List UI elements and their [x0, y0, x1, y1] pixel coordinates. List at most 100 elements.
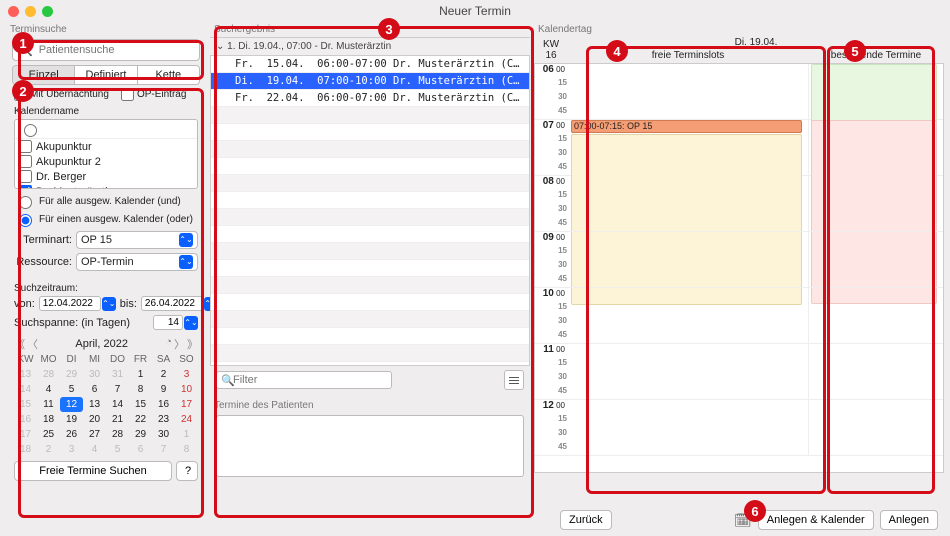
calendar-day[interactable]: 29 — [60, 367, 83, 382]
close-window[interactable] — [8, 6, 19, 17]
calendar-day[interactable]: 4 — [37, 382, 60, 397]
calendar-day[interactable]: 3 — [175, 367, 198, 382]
radio-one-calendar[interactable]: Für einen ausgew. Kalender (oder) — [14, 211, 198, 227]
list-item[interactable]: Akupunktur 2 — [15, 154, 197, 169]
window-title: Neuer Termin — [439, 4, 511, 18]
calendar-day[interactable]: 30 — [152, 427, 175, 442]
mode-tabs: Einzel Definiert Kette — [12, 65, 200, 85]
calendar-day[interactable]: 31 — [106, 367, 129, 382]
calendar-day[interactable]: 29 — [129, 427, 152, 442]
ressource-label: Ressource: — [14, 256, 72, 268]
op-slot-block[interactable]: 07:00-07:15: OP 15 — [571, 120, 802, 133]
result-row[interactable]: Fr. 22.04. 06:00-07:00 Dr. Musterärztin … — [211, 90, 529, 107]
chk-overnight[interactable]: Mit Übernachtung — [14, 88, 109, 101]
calendar-day[interactable]: 19 — [60, 412, 83, 427]
calendar-day[interactable]: 24 — [175, 412, 198, 427]
calendar-day[interactable]: 7 — [152, 442, 175, 457]
patient-search-input[interactable] — [37, 43, 193, 57]
cal-prev-month-icon[interactable]: 〈 — [27, 336, 38, 352]
list-item[interactable]: Akupunktur — [15, 139, 197, 154]
to-date[interactable] — [141, 296, 203, 311]
calendar-day[interactable]: 17 — [175, 397, 198, 412]
calendar-day[interactable]: 28 — [37, 367, 60, 382]
calendar-day[interactable]: 16 — [152, 397, 175, 412]
search-section-label: Terminsuche — [6, 22, 206, 37]
calendar-day[interactable]: 23 — [152, 412, 175, 427]
calendar-day[interactable]: 28 — [106, 427, 129, 442]
calendar-day[interactable]: 2 — [37, 442, 60, 457]
from-date[interactable] — [39, 296, 101, 311]
calendar-day[interactable]: 15 — [129, 397, 152, 412]
cal-next-month-icon[interactable]: 〉 — [174, 336, 185, 352]
calendar-day[interactable]: 1 — [175, 427, 198, 442]
patient-search-field[interactable]: 🔍 — [12, 39, 200, 61]
calendar-day[interactable]: 12 — [60, 397, 83, 412]
calendar-day[interactable]: 6 — [129, 442, 152, 457]
calendar-day[interactable]: 8 — [175, 442, 198, 457]
kalender-filter-radio[interactable] — [24, 124, 37, 137]
calendar-day[interactable]: 21 — [106, 412, 129, 427]
help-button[interactable]: ? — [176, 461, 198, 481]
results-label: Suchergebnis — [210, 22, 530, 37]
calendar-day[interactable]: 8 — [129, 382, 152, 397]
calendar-day[interactable]: 25 — [37, 427, 60, 442]
calendar-icon[interactable]: 🗓 — [734, 512, 752, 529]
tab-kette[interactable]: Kette — [138, 66, 199, 84]
calendar-day[interactable]: 6 — [83, 382, 106, 397]
week-number: KW 16 — [534, 37, 568, 63]
calendar-day[interactable]: 11 — [37, 397, 60, 412]
calendar-day[interactable]: 7 — [106, 382, 129, 397]
patient-appts-label: Termine des Patienten — [210, 394, 530, 413]
result-row[interactable]: Di. 19.04. 07:00-10:00 Dr. Musterärztin … — [211, 73, 529, 90]
calendar-day[interactable]: 18 — [37, 412, 60, 427]
calendar-day[interactable]: 5 — [106, 442, 129, 457]
chk-op[interactable]: OP-Eintrag — [121, 88, 186, 101]
radio-all-calendars[interactable]: Für alle ausgew. Kalender (und) — [14, 193, 198, 209]
calendar-day[interactable]: 2 — [152, 367, 175, 382]
minimize-window[interactable] — [25, 6, 36, 17]
tab-definiert[interactable]: Definiert — [75, 66, 137, 84]
list-item[interactable]: Dr. Musterärztin — [15, 184, 197, 189]
cal-next-year-icon[interactable]: 》 — [187, 336, 198, 352]
dayview-label: Kalendertag — [534, 22, 944, 37]
calendar-day[interactable]: 14 — [106, 397, 129, 412]
cal-prev-year-icon[interactable]: 《 — [14, 336, 25, 352]
calendar-day[interactable]: 26 — [60, 427, 83, 442]
create-and-calendar-button[interactable]: Anlegen & Kalender — [758, 510, 874, 530]
col-existing-header: bestehende Termine — [808, 48, 944, 63]
ressource-select[interactable]: OP-Termin⌃⌄ — [76, 253, 198, 271]
calendar-day[interactable]: 22 — [129, 412, 152, 427]
create-button[interactable]: Anlegen — [880, 510, 938, 530]
calendar-day[interactable]: 5 — [60, 382, 83, 397]
col-free-header: freie Terminslots — [568, 48, 808, 63]
calendar-day[interactable]: 13 — [83, 397, 106, 412]
calendar-day[interactable]: 9 — [152, 382, 175, 397]
calendar-day[interactable]: 4 — [83, 442, 106, 457]
day-timegrid[interactable]: 06 0015304507 0015304507:00-07:15: OP 15… — [534, 63, 944, 473]
list-options-button[interactable] — [504, 370, 524, 390]
kalender-list[interactable]: Akupunktur Akupunktur 2 Dr. Berger Dr. M… — [14, 119, 198, 189]
result-row[interactable]: Fr. 15.04. 06:00-07:00 Dr. Musterärztin … — [211, 56, 529, 73]
results-list[interactable]: Fr. 15.04. 06:00-07:00 Dr. Musterärztin … — [210, 56, 530, 366]
patient-appts-box — [216, 415, 524, 477]
back-button[interactable]: Zurück — [560, 510, 612, 530]
zoom-window[interactable] — [42, 6, 53, 17]
search-free-slots-button[interactable]: Freie Termine Suchen — [14, 461, 172, 481]
result-group-header[interactable]: ⌄ 1. Di. 19.04., 07:00 - Dr. Musterärzti… — [210, 37, 530, 56]
search-icon: 🔍 — [19, 44, 33, 57]
filter-icon: 🔍 — [221, 374, 235, 387]
filter-input[interactable] — [216, 371, 392, 389]
calendar-day[interactable]: 1 — [129, 367, 152, 382]
tab-einzel[interactable]: Einzel — [13, 66, 75, 84]
span-days[interactable] — [153, 315, 183, 330]
mini-calendar: 《〈 April, 2022 ◔〉》 KWMODIMIDOFRSASO13282… — [14, 336, 198, 457]
calendar-day[interactable]: 30 — [83, 367, 106, 382]
calendar-day[interactable]: 27 — [83, 427, 106, 442]
terminart-select[interactable]: OP 15⌃⌄ — [76, 231, 198, 249]
calendar-day[interactable]: 10 — [175, 382, 198, 397]
cal-today-icon[interactable]: ◔ — [165, 336, 172, 352]
calendar-day[interactable]: 20 — [83, 412, 106, 427]
list-item[interactable]: Dr. Berger — [15, 169, 197, 184]
day-date: Di. 19.04. — [568, 37, 944, 48]
calendar-day[interactable]: 3 — [60, 442, 83, 457]
